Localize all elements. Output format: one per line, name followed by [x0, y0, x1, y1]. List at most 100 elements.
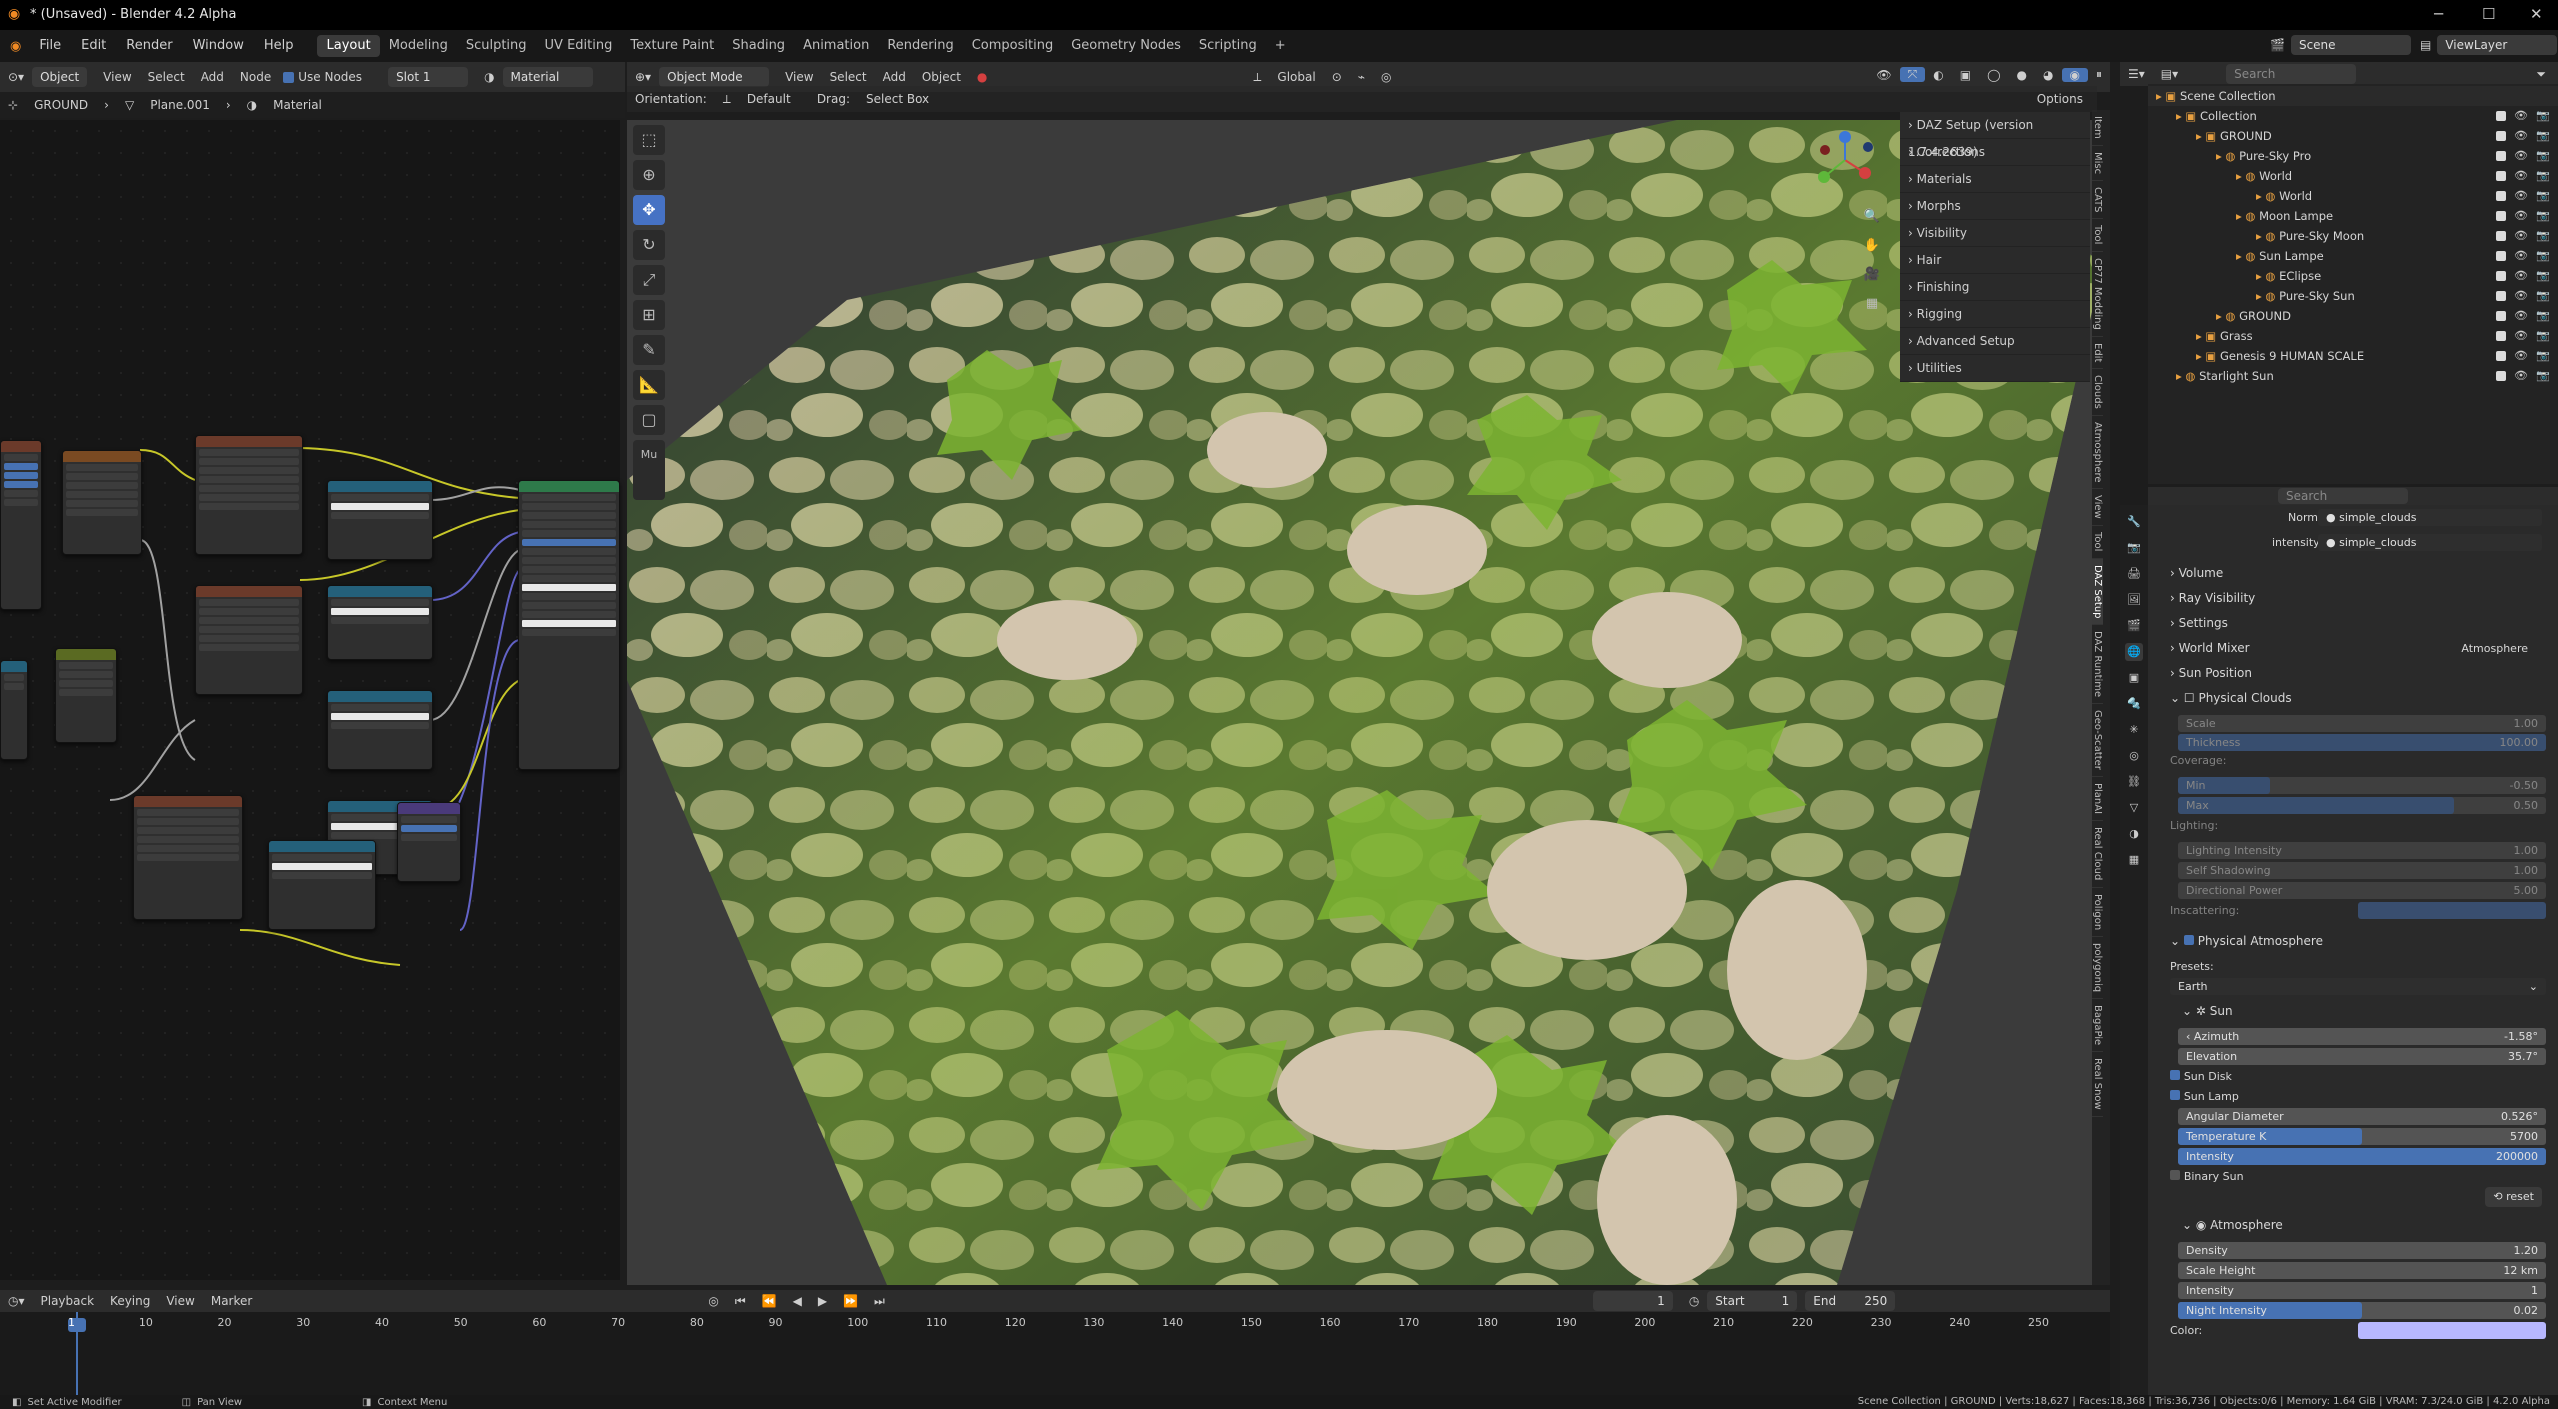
- bump-node[interactable]: [397, 802, 461, 882]
- camera-icon[interactable]: 📷: [2536, 346, 2550, 366]
- camera-icon[interactable]: 📷: [2536, 206, 2550, 226]
- eye-icon[interactable]: 👁: [2514, 106, 2528, 126]
- exclude-checkbox[interactable]: [2496, 171, 2506, 181]
- outliner-editor-icon[interactable]: ☰▾: [2120, 67, 2153, 81]
- tab-daz-setup[interactable]: DAZ Setup: [2092, 558, 2103, 626]
- azimuth-field[interactable]: ‹ Azimuth -1.58°: [2178, 1028, 2546, 1045]
- camera-icon[interactable]: 📷: [2536, 146, 2550, 166]
- reset-button[interactable]: ⟲ reset: [2485, 1187, 2542, 1207]
- current-frame-field[interactable]: 1: [1592, 1291, 1673, 1311]
- autokey-icon[interactable]: ◎: [700, 1294, 726, 1308]
- outliner-search[interactable]: Search: [2226, 64, 2357, 84]
- camera-icon[interactable]: 📷: [2536, 126, 2550, 146]
- eye-icon[interactable]: 👁: [2514, 206, 2528, 226]
- tab-poligon[interactable]: Poligon: [2092, 888, 2103, 937]
- visibility-panel[interactable]: › Visibility: [1900, 220, 2090, 247]
- properties-search[interactable]: Search: [2278, 488, 2408, 504]
- play-reverse-icon[interactable]: ◀: [785, 1294, 810, 1308]
- outliner-item[interactable]: ▸ ◍ Sun Lampe 👁 📷: [2148, 246, 2558, 266]
- scene-selector[interactable]: 🎬 Scene: [2270, 35, 2419, 55]
- volume-panel[interactable]: › Volume: [2148, 561, 2558, 586]
- daz-setup-panel[interactable]: › DAZ Setup (version 1.7.4.2639): [1900, 112, 2090, 159]
- outliner-item[interactable]: ▸ ◍ Pure-Sky Sun 👁 📷: [2148, 286, 2558, 306]
- view-layer-tab-icon[interactable]: 🖼: [2125, 591, 2143, 609]
- presets-dropdown[interactable]: Earth ⌄: [2170, 978, 2546, 995]
- eye-icon[interactable]: 👁: [2514, 366, 2528, 386]
- tab-misc[interactable]: Misc: [2092, 146, 2103, 181]
- tab-geometry-nodes[interactable]: Geometry Nodes: [1062, 35, 1190, 57]
- camera-icon[interactable]: 📷: [2536, 326, 2550, 346]
- exclude-checkbox[interactable]: [2496, 151, 2506, 161]
- principled-bsdf-node[interactable]: [518, 480, 620, 770]
- tab-texture-paint[interactable]: Texture Paint: [621, 35, 723, 57]
- timeline-view-menu[interactable]: View: [158, 1294, 202, 1308]
- color-ramp-node[interactable]: [327, 690, 433, 770]
- proportional-edit-icon[interactable]: ◎: [1373, 70, 1399, 84]
- tab-bagapie[interactable]: BagaPie: [2092, 999, 2103, 1052]
- material-dropdown[interactable]: Material: [502, 67, 593, 87]
- outliner-item[interactable]: ▸ ▣ Grass 👁 📷: [2148, 326, 2558, 346]
- tab-real-cloud[interactable]: Real Cloud: [2092, 821, 2103, 888]
- utilities-panel[interactable]: › Utilities: [1900, 355, 2090, 382]
- tab-real-snow[interactable]: Real Snow: [2092, 1052, 2103, 1117]
- timeline-editor-icon[interactable]: ◷▾: [0, 1294, 33, 1308]
- constraints-tab-icon[interactable]: ⛓: [2125, 773, 2143, 791]
- modifier-tab-icon[interactable]: 🔩: [2125, 695, 2143, 713]
- editor-type-icon[interactable]: ⊙▾: [0, 70, 32, 84]
- outliner-item[interactable]: ▸ ◍ Pure-Sky Moon 👁 📷: [2148, 226, 2558, 246]
- scale-height-field[interactable]: Scale Height 12 km: [2178, 1262, 2546, 1279]
- exclude-checkbox[interactable]: [2496, 271, 2506, 281]
- color-swatch[interactable]: [2358, 1322, 2546, 1339]
- display-mode-icon[interactable]: ▤▾: [2153, 67, 2186, 81]
- node-select-menu[interactable]: Select: [140, 70, 193, 84]
- tab-cp77[interactable]: CP77 Modding: [2092, 252, 2103, 337]
- tab-shading[interactable]: Shading: [723, 35, 794, 57]
- transform-orientation-dropdown[interactable]: Global: [1269, 70, 1323, 84]
- outliner-item[interactable]: ▸ ▣ Scene Collection: [2148, 86, 2558, 106]
- zoom-icon[interactable]: 🔍: [1860, 205, 1884, 229]
- gizmo-icon[interactable]: ⤧: [1899, 67, 1926, 82]
- eye-icon[interactable]: 👁: [2514, 266, 2528, 286]
- menu-window[interactable]: Window: [183, 30, 254, 62]
- keying-menu[interactable]: Keying: [102, 1294, 158, 1308]
- angular-diameter-field[interactable]: Angular Diameter 0.526°: [2178, 1108, 2546, 1125]
- pause-render-icon[interactable]: ⏸: [2088, 67, 2110, 82]
- blender-menu-icon[interactable]: ◉: [0, 39, 29, 54]
- sun-intensity-field[interactable]: Intensity 200000: [2178, 1148, 2546, 1165]
- transform-tool-icon[interactable]: ⊞: [633, 300, 665, 330]
- eye-icon[interactable]: 👁: [2514, 146, 2528, 166]
- eye-icon[interactable]: 👁: [2514, 326, 2528, 346]
- max-field[interactable]: Max 0.50: [2178, 797, 2546, 814]
- sun-disk-checkbox[interactable]: [2170, 1070, 2180, 1080]
- add-workspace-button[interactable]: +: [1266, 35, 1295, 57]
- eye-icon[interactable]: 👁: [2514, 246, 2528, 266]
- outliner-item[interactable]: ▸ ◍ Starlight Sun 👁 📷: [2148, 366, 2558, 386]
- solid-shading-icon[interactable]: ●: [2009, 68, 2035, 82]
- physical-atmosphere-checkbox[interactable]: [2183, 935, 2194, 945]
- tab-tool-2[interactable]: Tool: [2092, 526, 2103, 559]
- normal-field[interactable]: ● simple_clouds: [2318, 509, 2542, 526]
- tab-compositing[interactable]: Compositing: [963, 35, 1063, 57]
- camera-view-icon[interactable]: 🎥: [1860, 263, 1884, 287]
- material-tab-icon[interactable]: ◑: [2125, 825, 2143, 843]
- xray-icon[interactable]: ▣: [1952, 68, 1979, 82]
- exclude-checkbox[interactable]: [2496, 231, 2506, 241]
- outliner-item[interactable]: ▸ ◍ World 👁 📷: [2148, 166, 2558, 186]
- particles-tab-icon[interactable]: ✳: [2125, 721, 2143, 739]
- color-ramp-node[interactable]: [268, 840, 376, 930]
- snap-icon[interactable]: ⌁: [1350, 70, 1373, 84]
- camera-icon[interactable]: 📷: [2536, 226, 2550, 246]
- measure-tool-icon[interactable]: 📐: [633, 370, 665, 400]
- tool-tab-icon[interactable]: 🔧: [2125, 513, 2143, 531]
- tab-daz-runtime[interactable]: DAZ Runtime: [2092, 625, 2103, 705]
- polygon-uber-node[interactable]: [62, 450, 142, 555]
- exclude-checkbox[interactable]: [2496, 351, 2506, 361]
- close-button[interactable]: ✕: [2530, 5, 2543, 23]
- eye-icon[interactable]: 👁: [2514, 346, 2528, 366]
- playback-menu[interactable]: Playback: [33, 1294, 103, 1308]
- scale-tool-icon[interactable]: ⤢: [633, 265, 665, 295]
- physical-atmosphere-panel[interactable]: ⌄ Physical Atmosphere: [2148, 929, 2558, 954]
- node-add-menu[interactable]: Add: [193, 70, 232, 84]
- tab-layout[interactable]: Layout: [317, 35, 380, 57]
- outliner-item[interactable]: ▸ ▣ Collection 👁 📷: [2148, 106, 2558, 126]
